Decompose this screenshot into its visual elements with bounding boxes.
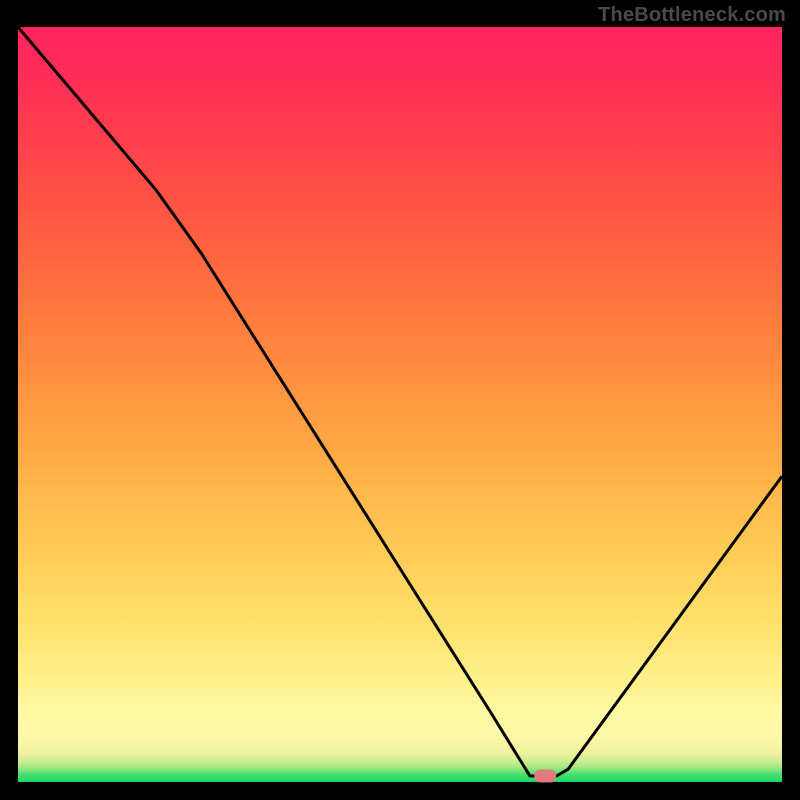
- plot-area: [18, 27, 782, 782]
- bottleneck-curve: [18, 27, 782, 776]
- min-marker: [534, 770, 556, 783]
- attribution-label: TheBottleneck.com: [598, 4, 786, 27]
- chart-frame: TheBottleneck.com: [0, 0, 800, 800]
- chart-svg: [18, 27, 782, 782]
